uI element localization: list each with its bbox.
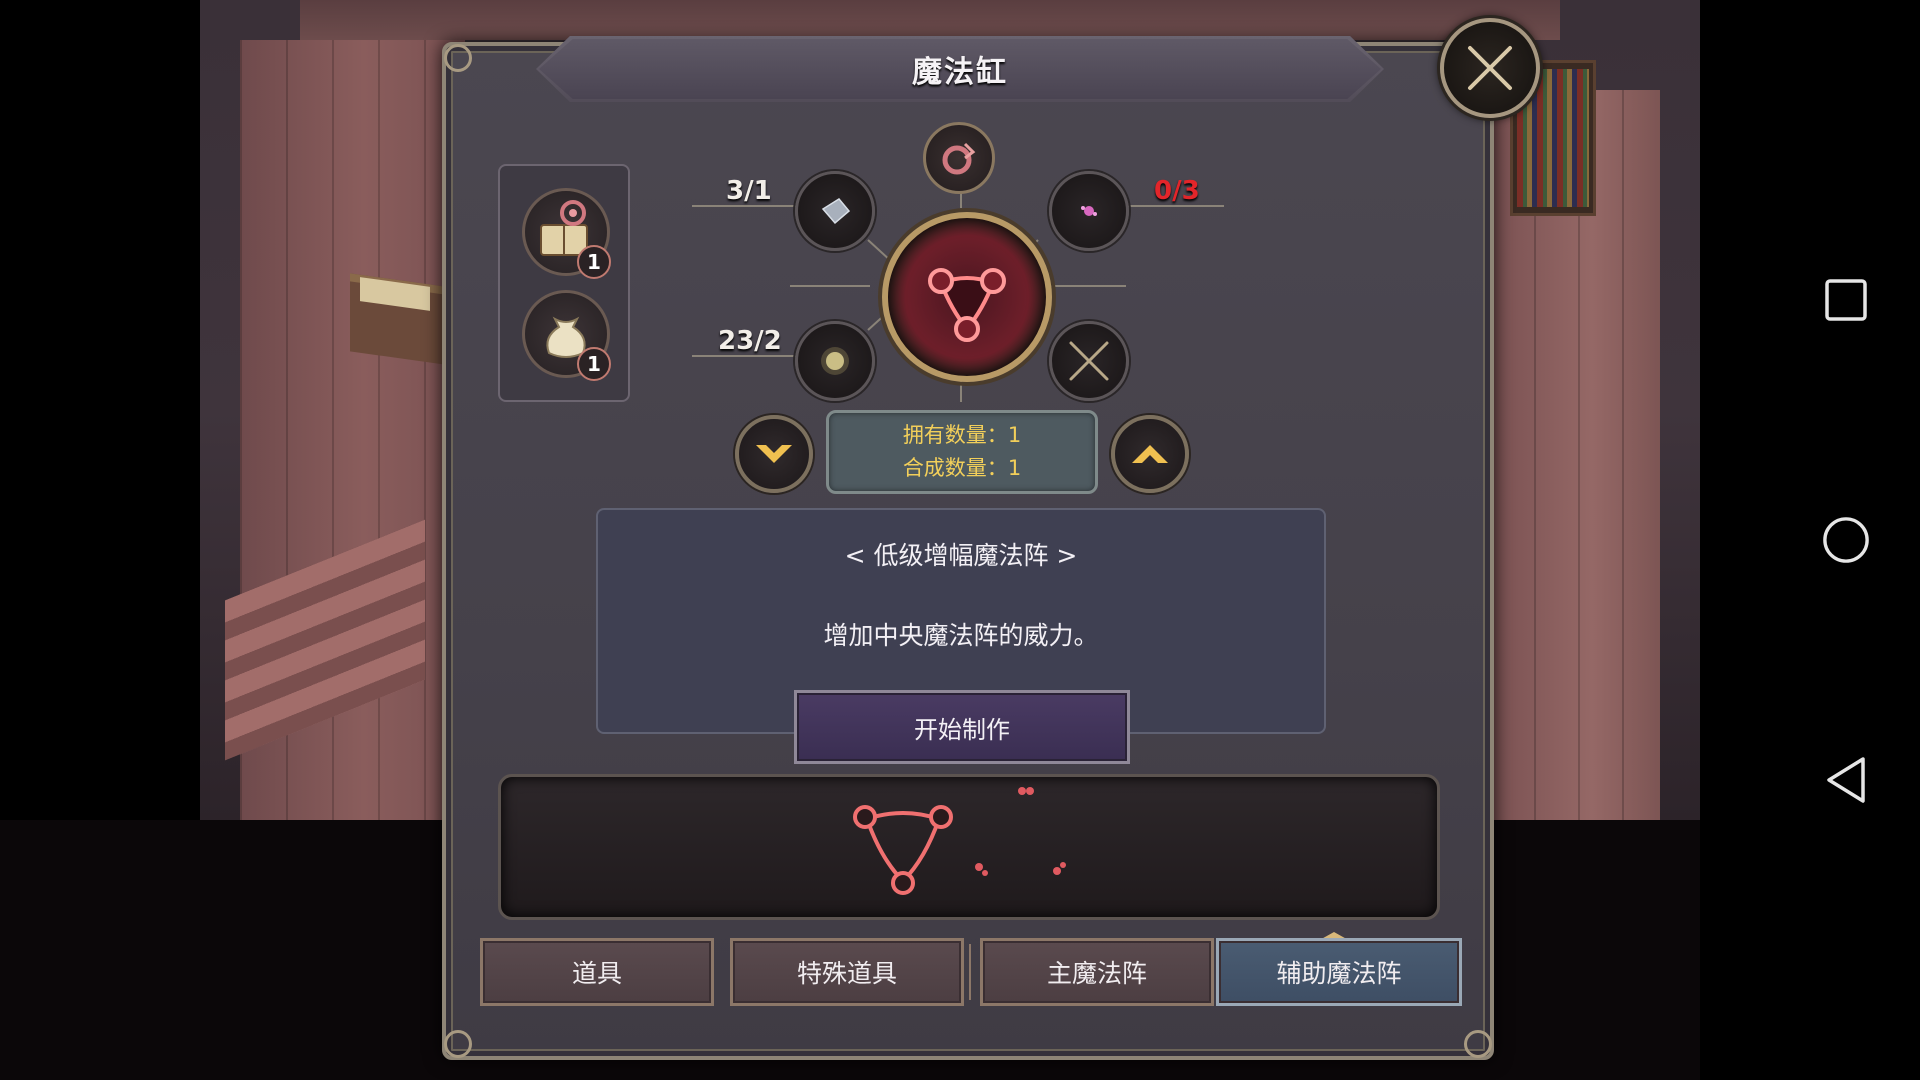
crystal-shard-icon xyxy=(821,198,851,225)
room-back-wall xyxy=(300,0,1560,40)
amplify-circle-icon xyxy=(942,142,976,175)
dialog-title: 魔法缸 xyxy=(912,55,1008,90)
quantity-display: 拥有数量：1 合成数量：1 xyxy=(826,410,1098,494)
empty-slot-x-icon xyxy=(1069,341,1109,381)
frame-ornament xyxy=(444,1030,472,1058)
item-name: < 低级增幅魔法阵 > xyxy=(844,541,1078,570)
system-nav-bar xyxy=(1772,0,1920,1080)
tab-support-magic-circle[interactable]: 辅助魔法阵 xyxy=(1216,938,1462,1006)
decrease-quantity-button[interactable] xyxy=(735,415,813,493)
craft-label: 合成数量： xyxy=(902,456,1008,480)
item-count-badge: 1 xyxy=(577,245,611,279)
item-description: 增加中央魔法阵的威力。 xyxy=(823,621,1099,650)
chevron-down-icon xyxy=(756,445,792,463)
ingredient-slot[interactable] xyxy=(795,171,875,251)
inventory-slot-spellbook[interactable]: 1 xyxy=(522,188,611,279)
owned-label: 拥有数量： xyxy=(902,423,1008,447)
ingredient-ratio: 23/2 xyxy=(718,326,782,356)
close-x-icon xyxy=(1468,46,1512,90)
tab-items[interactable]: 道具 xyxy=(480,938,714,1006)
ingredient-ratio: 3/1 xyxy=(726,176,772,206)
tab-special-items[interactable]: 特殊道具 xyxy=(730,938,964,1006)
ingredient-slot-empty[interactable] xyxy=(1049,321,1129,401)
recent-apps-icon[interactable] xyxy=(1822,276,1870,324)
ingredient-slot[interactable] xyxy=(795,321,875,401)
chevron-up-icon xyxy=(1132,445,1168,463)
tab-divider xyxy=(969,944,971,1000)
magic-circle-result xyxy=(882,212,1052,382)
inventory-slot-pouch[interactable]: 1 xyxy=(522,290,611,381)
close-button[interactable] xyxy=(1440,18,1540,118)
frame-ornament xyxy=(1464,1030,1492,1058)
pink-dust-icon xyxy=(1081,206,1097,216)
tab-main-magic-circle[interactable]: 主魔法阵 xyxy=(980,938,1214,1006)
craft-value: 1 xyxy=(1007,456,1022,480)
home-icon[interactable] xyxy=(1822,516,1870,564)
gold-dust-icon xyxy=(821,347,849,375)
craft-quantity: 合成数量：1 xyxy=(903,452,1021,485)
start-crafting-button[interactable]: 开始制作 xyxy=(794,690,1130,764)
magic-circle-icon xyxy=(928,268,1006,342)
dialog-title-bar: 魔法缸 xyxy=(536,36,1384,102)
category-tabs: 道具 特殊道具 主魔法阵 辅助魔法阵 xyxy=(480,938,1464,1006)
magic-circle-preview-icon xyxy=(853,787,1066,895)
owned-value: 1 xyxy=(1007,423,1022,447)
crafting-preview-area xyxy=(498,774,1440,920)
target-item-slot xyxy=(923,122,995,194)
increase-quantity-button[interactable] xyxy=(1111,415,1189,493)
back-icon[interactable] xyxy=(1822,756,1870,804)
ingredient-slot[interactable] xyxy=(1049,171,1129,251)
material-inventory-panel: 1 1 xyxy=(498,164,630,402)
owned-quantity: 拥有数量：1 xyxy=(903,419,1021,452)
frame-ornament xyxy=(444,44,472,72)
item-count-badge: 1 xyxy=(577,347,611,381)
ingredient-ratio-insufficient: 0/3 xyxy=(1154,176,1200,206)
